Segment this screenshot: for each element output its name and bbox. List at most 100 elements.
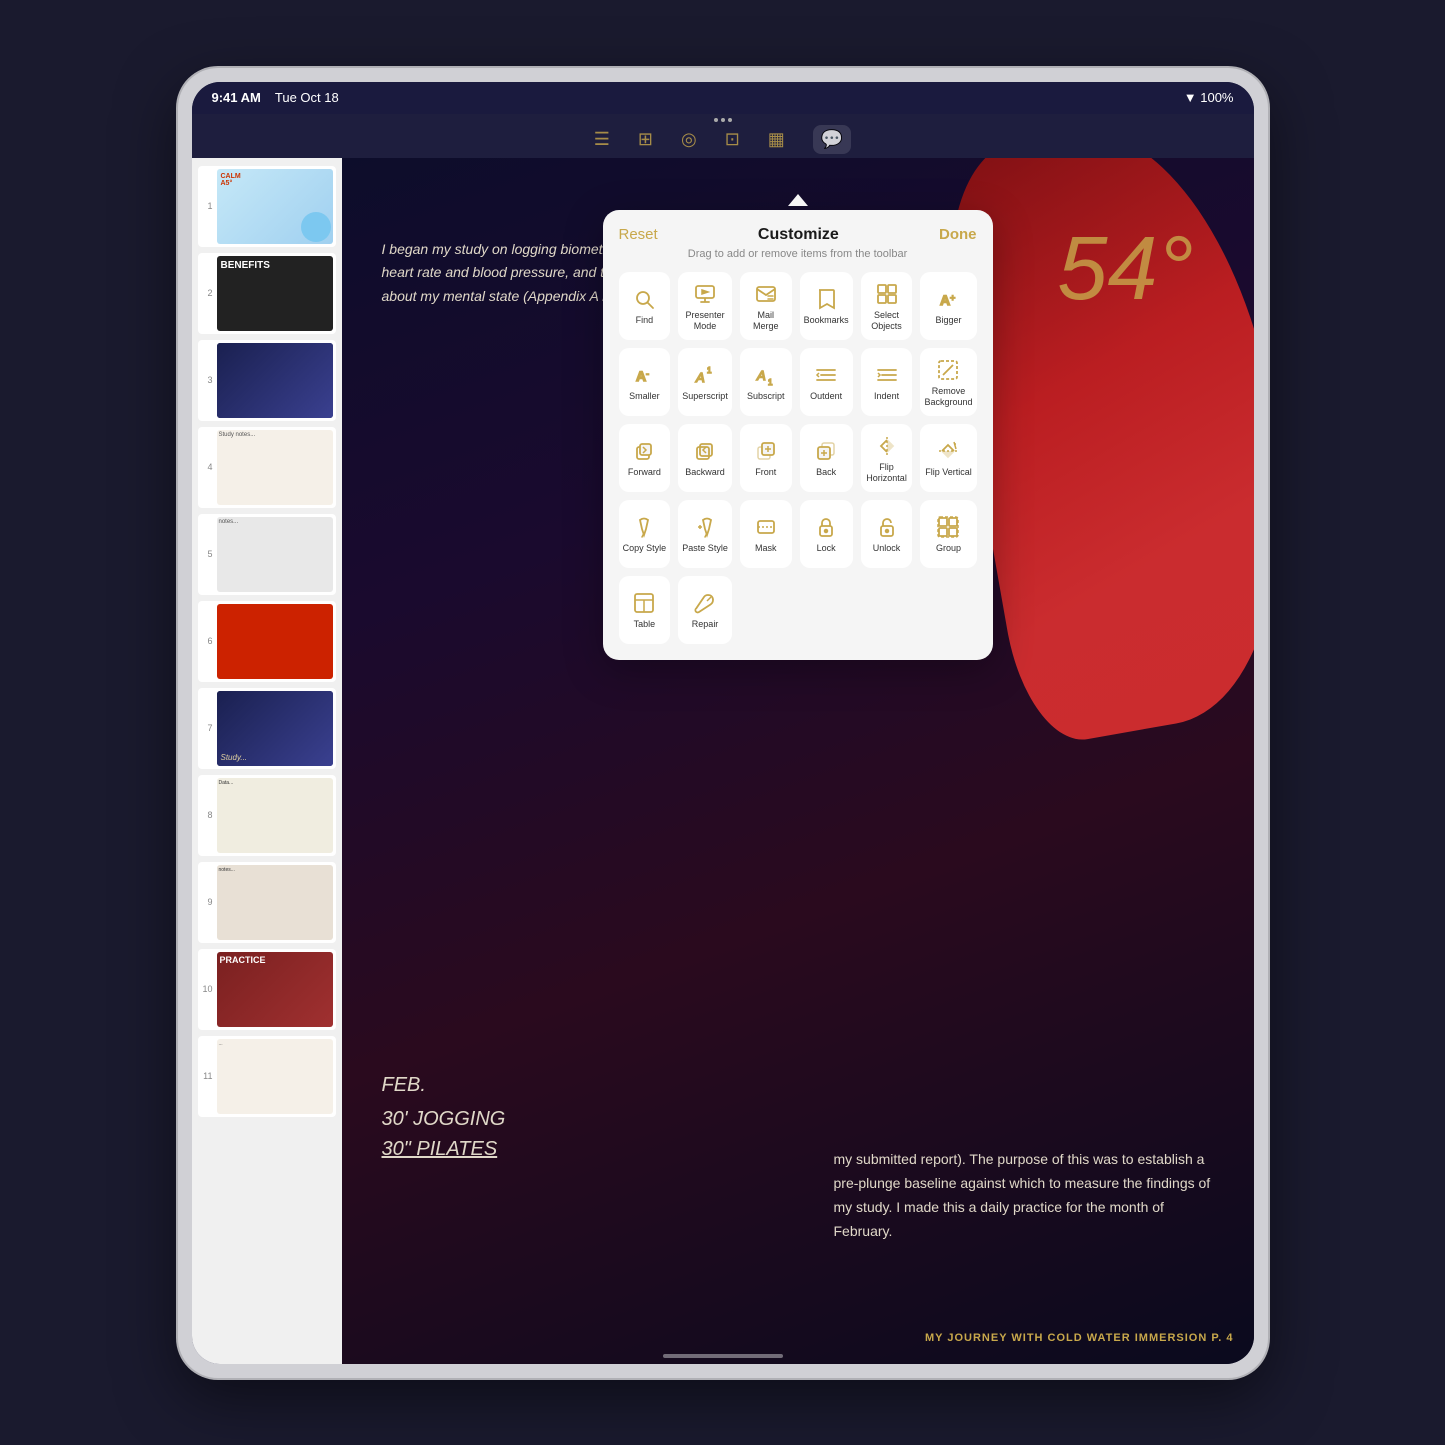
modal-item-indent[interactable]: Indent: [861, 348, 913, 416]
slide-thumb-5[interactable]: 5 notes...: [198, 514, 336, 595]
flip-vertical-label: Flip Vertical: [925, 467, 972, 478]
modal-item-smaller[interactable]: A - Smaller: [619, 348, 671, 416]
slide-preview-3: [217, 343, 333, 418]
modal-item-bookmarks[interactable]: Bookmarks: [800, 272, 853, 340]
modal-item-repair[interactable]: Repair: [678, 576, 732, 644]
slide-preview-8: Data...: [217, 778, 333, 853]
canvas-area: 54° I began my study on logging biometri…: [342, 158, 1254, 1364]
modal-item-outdent[interactable]: Outdent: [800, 348, 853, 416]
svg-text:-: -: [646, 369, 649, 379]
back-label: Back: [816, 467, 836, 478]
slide-preview-11: ...: [217, 1039, 333, 1114]
modal-title: Customize: [758, 226, 839, 244]
reset-button[interactable]: Reset: [619, 226, 658, 243]
slide-preview-10: PRACTICE: [217, 952, 333, 1027]
lock-label: Lock: [817, 543, 836, 554]
slides-sidebar[interactable]: 1 CALMA5° 2 BENEFITS 3: [192, 158, 342, 1364]
modal-item-forward[interactable]: Forward: [619, 424, 671, 492]
modal-header: Reset Customize Done: [619, 226, 977, 244]
mail-merge-label: Mail Merge: [744, 310, 788, 332]
svg-text:1: 1: [768, 378, 773, 387]
modal-item-mask[interactable]: Mask: [740, 500, 792, 568]
svg-text:A: A: [636, 368, 646, 384]
modal-item-backward[interactable]: Backward: [678, 424, 732, 492]
modal-item-copy-style[interactable]: Copy Style: [619, 500, 671, 568]
modal-item-bigger[interactable]: A + Bigger: [920, 272, 976, 340]
front-label: Front: [755, 467, 776, 478]
status-bar: 9:41 AM Tue Oct 18 ▼ 100%: [192, 82, 1254, 114]
slide-preview-9: notes...: [217, 865, 333, 940]
modal-arrow: [788, 194, 808, 206]
bigger-label: Bigger: [935, 315, 961, 326]
comment-toolbar-icon[interactable]: 💬: [813, 125, 851, 154]
slide-preview-2: BENEFITS: [217, 256, 333, 331]
smaller-label: Smaller: [629, 391, 660, 402]
modal-item-lock[interactable]: Lock: [800, 500, 853, 568]
modal-item-flip-vertical[interactable]: Flip Vertical: [920, 424, 976, 492]
slide-thumb-3[interactable]: 3: [198, 340, 336, 421]
modal-item-superscript[interactable]: A 1 Superscript: [678, 348, 732, 416]
insert-toolbar-icon[interactable]: ▦: [768, 129, 785, 150]
modal-item-group[interactable]: Group: [920, 500, 976, 568]
copy-style-label: Copy Style: [623, 543, 667, 554]
modal-item-find[interactable]: Find: [619, 272, 671, 340]
toolbar: ☰ ⊞ ◎ ⊡ ▦ 💬: [192, 114, 1254, 158]
modal-item-front[interactable]: Front: [740, 424, 792, 492]
modal-item-table-tool[interactable]: Table: [619, 576, 671, 644]
slide-thumb-4[interactable]: 4 Study notes...: [198, 427, 336, 508]
slide-thumb-10[interactable]: 10 PRACTICE: [198, 949, 336, 1030]
select-objects-label: Select Objects: [865, 310, 909, 332]
toolbar-icons: ☰ ⊞ ◎ ⊡ ▦ 💬: [594, 125, 851, 154]
table-toolbar-icon[interactable]: ⊞: [638, 129, 653, 150]
slide-thumb-1[interactable]: 1 CALMA5°: [198, 166, 336, 247]
slide-thumb-11[interactable]: 11 ...: [198, 1036, 336, 1117]
status-date: Tue Oct 18: [275, 90, 339, 105]
svg-text:A: A: [756, 368, 766, 383]
modal-subtitle: Drag to add or remove items from the too…: [619, 248, 977, 260]
shapes-toolbar-icon[interactable]: ◎: [681, 129, 697, 150]
modal-item-flip-horizontal[interactable]: Flip Horizontal: [861, 424, 913, 492]
device-screen: 9:41 AM Tue Oct 18 ▼ 100% ☰ ⊞ ◎ ⊡ ▦ 💬: [192, 82, 1254, 1364]
group-label: Group: [936, 543, 961, 554]
mask-label: Mask: [755, 543, 777, 554]
modal-item-unlock[interactable]: Unlock: [861, 500, 913, 568]
svg-text:A: A: [695, 370, 705, 385]
forward-label: Forward: [628, 467, 661, 478]
format-icon[interactable]: ☰: [594, 129, 610, 150]
modal-item-mail-merge[interactable]: Mail Merge: [740, 272, 792, 340]
slide-thumb-9[interactable]: 9 notes...: [198, 862, 336, 943]
modal-item-select-objects[interactable]: Select Objects: [861, 272, 913, 340]
slide-thumb-8[interactable]: 8 Data...: [198, 775, 336, 856]
svg-text:+: +: [950, 293, 955, 303]
unlock-label: Unlock: [873, 543, 901, 554]
modal-item-presenter[interactable]: Presenter Mode: [678, 272, 732, 340]
status-left: 9:41 AM Tue Oct 18: [212, 90, 339, 105]
modal-item-remove-background[interactable]: Remove Background: [920, 348, 976, 416]
outdent-label: Outdent: [810, 391, 842, 402]
device-frame: 9:41 AM Tue Oct 18 ▼ 100% ☰ ⊞ ◎ ⊡ ▦ 💬: [178, 68, 1268, 1378]
customize-modal: Reset Customize Done Drag to add or remo…: [603, 210, 993, 660]
svg-text:1: 1: [707, 366, 712, 375]
toolbar-dots: [714, 118, 732, 122]
repair-label: Repair: [692, 619, 719, 630]
slide-thumb-2[interactable]: 2 BENEFITS: [198, 253, 336, 334]
done-button[interactable]: Done: [939, 226, 977, 243]
slide-preview-5: notes...: [217, 517, 333, 592]
find-label: Find: [636, 315, 654, 326]
status-time: 9:41 AM: [212, 90, 261, 105]
modal-item-subscript[interactable]: A 1 Subscript: [740, 348, 792, 416]
superscript-label: Superscript: [682, 391, 728, 402]
modal-item-paste-style[interactable]: Paste Style: [678, 500, 732, 568]
slide-thumb-7[interactable]: 7 Study...: [198, 688, 336, 769]
bookmarks-label: Bookmarks: [804, 315, 849, 326]
modal-item-back[interactable]: Back: [800, 424, 853, 492]
media-toolbar-icon[interactable]: ⊡: [725, 129, 740, 150]
presenter-mode-label: Presenter Mode: [682, 310, 728, 332]
slide-preview-4: Study notes...: [217, 430, 333, 505]
slide-preview-1: CALMA5°: [217, 169, 333, 244]
slide-preview-6: [217, 604, 333, 679]
modal-grid: Find Presenter Mode: [619, 272, 977, 644]
indent-label: Indent: [874, 391, 899, 402]
slide-thumb-6[interactable]: 6: [198, 601, 336, 682]
status-right: ▼ 100%: [1184, 90, 1234, 105]
